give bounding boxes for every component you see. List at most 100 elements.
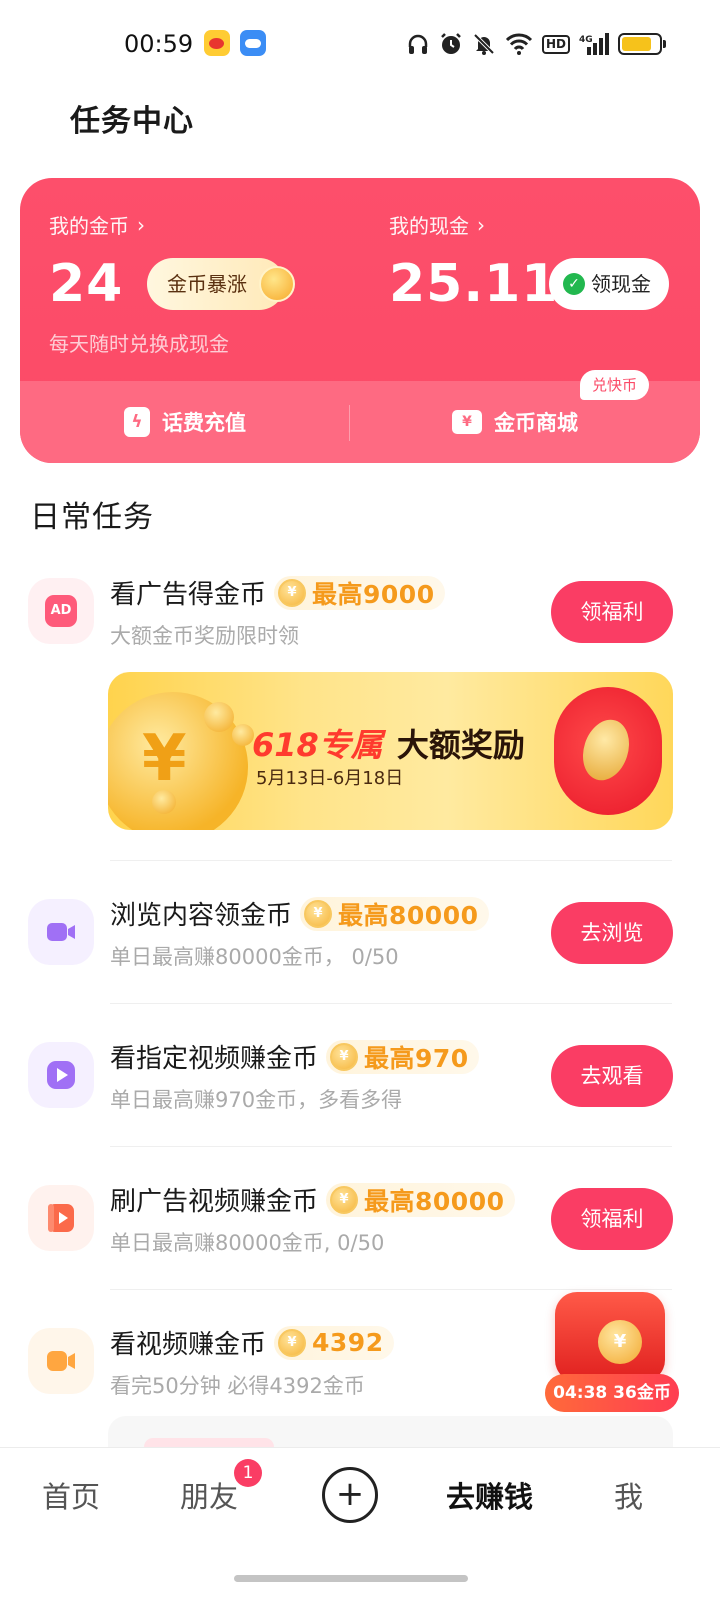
battery-icon (618, 33, 666, 55)
red-packet-widget[interactable]: ¥ 04:38 36金币 (545, 1292, 679, 1412)
task-description: 大额金币奖励限时领 (110, 624, 299, 648)
home-indicator[interactable] (234, 1575, 468, 1582)
reward-amount: 最高970 (364, 1043, 469, 1073)
reward-badge: ¥ 最高970 (326, 1039, 479, 1074)
reward-amount: 最高80000 (338, 900, 479, 930)
chevron-right-icon: › (137, 212, 145, 237)
red-packet-icon: ¥ (555, 1292, 665, 1382)
page-title: 任务中心 (70, 104, 194, 139)
network-type-label: 4G (579, 35, 593, 45)
coin-icon (232, 724, 254, 746)
hd-badge: HD (541, 34, 570, 54)
divider (110, 860, 672, 861)
reward-amount: 4392 (312, 1328, 384, 1357)
coins-value: 24 (49, 254, 124, 314)
coin-seal-icon: ¥ (598, 1320, 642, 1364)
chevron-right-icon: › (477, 212, 485, 237)
banner-title: 618专属 大额奖励 (252, 720, 525, 766)
wifi-icon (505, 33, 533, 55)
reward-badge: ¥ 4392 (274, 1325, 394, 1360)
phone-recharge-label: 话费充值 (162, 411, 246, 435)
section-title: 日常任务 (30, 500, 154, 535)
signal-icon: 4G (579, 33, 609, 55)
video-camera-icon (28, 899, 94, 965)
red-coin-disc-icon (554, 687, 662, 815)
coin-icon: ¥ (330, 1042, 359, 1071)
status-time: 00:59 (124, 30, 194, 58)
task-name: 刷广告视频赚金币 (110, 1187, 319, 1217)
banner-headline: 大额奖励 (396, 726, 525, 764)
cash-value: 25.11 (389, 254, 559, 314)
phone-recharge-button[interactable]: ϟ 话费充值 (124, 381, 246, 463)
bottom-nav: 首页 朋友 1 + 去赚钱 我 (0, 1447, 720, 1612)
task-name: 浏览内容领金币 (110, 901, 293, 931)
my-coins-link[interactable]: 我的金币 › (49, 210, 145, 239)
mute-icon (473, 33, 495, 55)
weibo-notification-icon (204, 30, 230, 56)
task-name: 看指定视频赚金币 (110, 1044, 319, 1074)
task-row: 看指定视频赚金币 ¥ 最高970 单日最高赚970金币，多看多得 去观看 (0, 1039, 720, 1120)
claim-bonus-button[interactable]: 领福利 (551, 1188, 673, 1250)
friends-badge: 1 (234, 1459, 262, 1487)
withdraw-cash-button[interactable]: ✓ 领现金 (549, 258, 669, 310)
video-icon (28, 1328, 94, 1394)
nav-earn[interactable]: 去赚钱 (446, 1474, 533, 1516)
coin-boost-label: 金币暴涨 (167, 272, 247, 296)
task-description: 单日最高赚80000金币， 0/50 (110, 945, 399, 969)
battery-level (622, 37, 651, 51)
packet-timer: 04:38 36金币 (545, 1374, 679, 1412)
task-name: 看视频赚金币 (110, 1330, 267, 1360)
headphones-icon (408, 34, 428, 54)
coin-icon: ¥ (278, 578, 307, 607)
coin-icon (152, 790, 176, 814)
my-coins-label: 我的金币 (49, 214, 129, 238)
video-ad-icon (28, 1185, 94, 1251)
task-description: 单日最高赚970金币，多看多得 (110, 1088, 403, 1112)
nav-friends[interactable]: 朋友 (180, 1474, 238, 1516)
my-cash-label: 我的现金 (389, 214, 469, 238)
rising-coin-icon (259, 266, 295, 302)
nav-me[interactable]: 我 (614, 1474, 643, 1516)
my-cash-link[interactable]: 我的现金 › (389, 210, 485, 239)
divider (110, 1289, 672, 1290)
alarm-icon (441, 33, 461, 54)
status-bar: 00:59 HD 4G (0, 0, 720, 90)
reward-badge: ¥ 最高80000 (300, 896, 489, 931)
wechat-check-icon: ✓ (563, 273, 585, 295)
coin-boost-button[interactable]: 金币暴涨 (147, 258, 295, 310)
divider (349, 405, 350, 441)
coin-icon: ¥ (304, 899, 333, 928)
coin-icon: ¥ (278, 1328, 307, 1357)
ticket-icon: ¥ (452, 410, 482, 434)
withdraw-cash-label: 领现金 (591, 272, 651, 296)
status-icons: HD 4G (406, 30, 666, 58)
promo-banner[interactable]: 618专属 大额奖励 5月13日-6月18日 (108, 672, 673, 830)
task-row: AD 看广告得金币 ¥ 最高9000 大额金币奖励限时领 领福利 (0, 575, 720, 656)
watch-button[interactable]: 去观看 (551, 1045, 673, 1107)
reward-badge: ¥ 最高80000 (326, 1182, 515, 1217)
coin-icon (204, 702, 234, 732)
task-description: 单日最高赚80000金币, 0/50 (110, 1231, 385, 1255)
coin-icon: ¥ (330, 1185, 359, 1214)
coin-mall-label: 金币商城 (494, 411, 578, 435)
nav-home[interactable]: 首页 (42, 1474, 100, 1516)
create-plus-button[interactable]: + (322, 1467, 378, 1523)
task-row: 浏览内容领金币 ¥ 最高80000 单日最高赚80000金币， 0/50 去浏览 (0, 896, 720, 977)
lightning-icon: ϟ (124, 407, 150, 437)
reward-amount: 最高80000 (364, 1186, 505, 1216)
divider (110, 1003, 672, 1004)
divider (110, 1146, 672, 1147)
reward-badge: ¥ 最高9000 (274, 575, 445, 610)
wallet-card: 我的金币 › 24 金币暴涨 我的现金 › 25.11 ✓ 领现金 每天随时兑换… (20, 178, 700, 463)
task-name: 看广告得金币 (110, 580, 267, 610)
browse-button[interactable]: 去浏览 (551, 902, 673, 964)
ad-icon: AD (28, 578, 94, 644)
banner-date: 5月13日-6月18日 (256, 768, 404, 789)
coin-mall-button[interactable]: ¥ 金币商城 (452, 381, 578, 463)
wallet-subtitle: 每天随时兑换成现金 (49, 332, 229, 356)
banner-highlight: 618专属 (252, 726, 383, 764)
task-row: 刷广告视频赚金币 ¥ 最高80000 单日最高赚80000金币, 0/50 领福… (0, 1182, 720, 1263)
reward-amount: 最高9000 (312, 579, 435, 609)
mall-badge: 兑快币 (580, 370, 650, 400)
claim-bonus-button[interactable]: 领福利 (551, 581, 673, 643)
